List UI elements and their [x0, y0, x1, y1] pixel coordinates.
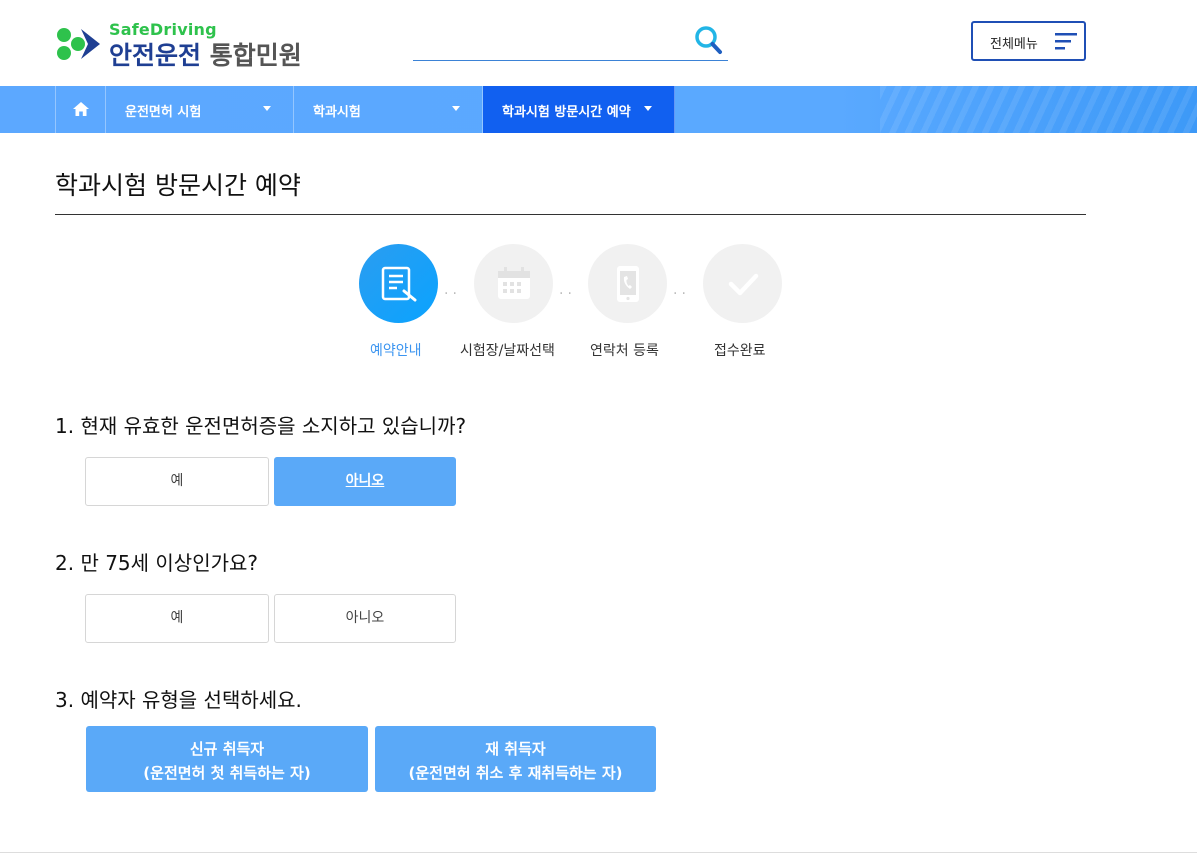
logo-title: 안전운전 통합민원 [109, 36, 302, 72]
q1-no-button[interactable]: 아니오 [274, 457, 456, 506]
header: SafeDriving 안전운전 통합민원 전체메뉴 [0, 0, 1197, 86]
q1-yes-button[interactable]: 예 [85, 457, 269, 506]
phone-icon [617, 266, 639, 302]
reacquire-applicant-title: 재 취득자 [485, 740, 546, 758]
nav-item-visit-reservation[interactable]: 학과시험 방문시간 예약 [483, 86, 675, 133]
home-icon [73, 102, 89, 116]
document-edit-icon [381, 266, 417, 302]
step-label-center-date: 시험장/날짜선택 [460, 343, 555, 359]
reacquire-applicant-button[interactable]: 재 취득자 (운전면허 취소 후 재취득하는 자) [375, 726, 656, 792]
step-complete [703, 244, 782, 323]
nav-item-written-exam[interactable]: 학과시험 [294, 86, 483, 133]
logo-title-gray: 통합민원 [209, 41, 302, 70]
site-logo[interactable]: SafeDriving 안전운전 통합민원 [55, 20, 315, 70]
step-register-contact [588, 244, 667, 323]
hamburger-icon [1055, 33, 1077, 50]
check-icon [728, 273, 759, 296]
q2-no-button[interactable]: 아니오 [274, 594, 456, 643]
footer-divider [0, 852, 1197, 853]
nav-item-label: 학과시험 [313, 105, 361, 120]
nav-item-label: 학과시험 방문시간 예약 [502, 105, 631, 120]
nav-item-label: 운전면허 시험 [125, 105, 202, 120]
title-divider [55, 214, 1086, 215]
calendar-icon [498, 267, 530, 299]
all-menu-label: 전체메뉴 [990, 37, 1038, 52]
step-separator: ·· [673, 286, 690, 302]
new-applicant-button[interactable]: 신규 취득자 (운전면허 첫 취득하는 자) [86, 726, 368, 792]
question-applicant-type: 3. 예약자 유형을 선택하세요. [55, 688, 302, 712]
reacquire-applicant-desc: (운전면허 취소 후 재취득하는 자) [408, 764, 623, 782]
step-label-guide: 예약안내 [370, 343, 422, 359]
search-input[interactable] [413, 26, 683, 56]
all-menu-button[interactable]: 전체메뉴 [971, 21, 1086, 61]
caret-down-icon [452, 106, 460, 111]
nav-home-button[interactable] [55, 86, 106, 133]
new-applicant-desc: (운전면허 첫 취득하는 자) [143, 764, 311, 782]
search-icon[interactable] [694, 24, 724, 56]
page-title: 학과시험 방문시간 예약 [55, 171, 301, 200]
search-bar [413, 22, 728, 61]
question-age-75: 2. 만 75세 이상인가요? [55, 551, 259, 575]
q2-yes-button[interactable]: 예 [85, 594, 269, 643]
step-label-complete: 접수완료 [714, 343, 766, 359]
logo-icon [57, 28, 100, 60]
step-separator: ·· [559, 286, 576, 302]
logo-title-main: 안전운전 [109, 41, 202, 70]
step-separator: ·· [444, 286, 461, 302]
step-select-center-date [474, 244, 553, 323]
main-nav: 운전면허 시험 학과시험 학과시험 방문시간 예약 [0, 86, 1197, 133]
nav-item-license-exam[interactable]: 운전면허 시험 [106, 86, 294, 133]
nav-decoration [880, 86, 1197, 133]
caret-down-icon [644, 106, 652, 111]
step-reservation-guide [359, 244, 438, 323]
new-applicant-title: 신규 취득자 [189, 740, 265, 758]
caret-down-icon [263, 106, 271, 111]
question-valid-license: 1. 현재 유효한 운전면허증을 소지하고 있습니까? [55, 414, 467, 438]
step-label-contact: 연락처 등록 [590, 343, 659, 359]
